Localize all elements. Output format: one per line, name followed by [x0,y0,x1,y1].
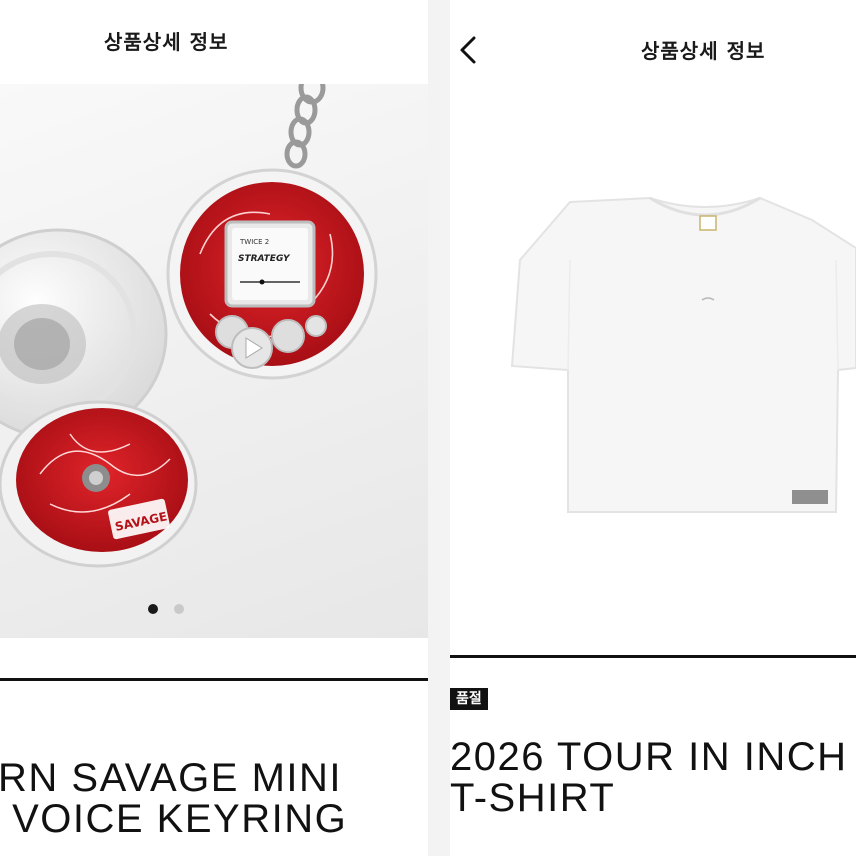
product-title: RN SAVAGE MINI P VOICE KEYRING [0,758,373,840]
screen-logo: STRATEGY [238,254,291,264]
right-product-panel: 상품상세 정보 품절 2026 TOUR IN INCH T-SHIRT [450,0,856,856]
section-divider [0,678,428,681]
carousel-dot-active[interactable] [148,603,158,614]
tshirt-illustration [510,196,856,513]
closed-player: TWICE 2 STRATEGY [166,168,378,380]
sold-out-badge: 품절 [450,688,488,710]
screen-label: TWICE 2 [239,238,269,246]
product-title-line2: T-SHIRT [450,776,616,820]
product-title-line1: 2026 TOUR IN INCH [450,735,848,779]
page-title: 상품상세 정보 [641,39,766,63]
product-title-line1: RN SAVAGE MINI [0,756,343,800]
page-title: 상품상세 정보 [104,30,229,54]
product-image-keyring[interactable]: SAVAGE TWICE 2 STRATEGY [0,84,428,638]
product-title: 2026 TOUR IN INCH T-SHIRT [450,737,847,819]
back-button[interactable] [454,32,484,68]
open-case-disc: SAVAGE [0,400,198,568]
carousel-indicator[interactable] [148,598,200,617]
panel-separator [428,0,450,856]
carousel-dot[interactable] [174,603,184,614]
keyring-illustration: SAVAGE TWICE 2 STRATEGY [0,84,378,568]
keyring-chain [284,84,326,169]
section-divider [450,655,856,658]
neck-label [699,215,717,231]
product-image-tshirt[interactable] [450,120,856,650]
product-title-line2: P VOICE KEYRING [0,797,348,841]
hem-tag [792,490,828,504]
left-product-panel: 상품상세 정보 SAVAGE TWICE 2 STRATEGY RN SAVAG… [0,0,428,856]
chevron-left-icon [460,36,476,64]
